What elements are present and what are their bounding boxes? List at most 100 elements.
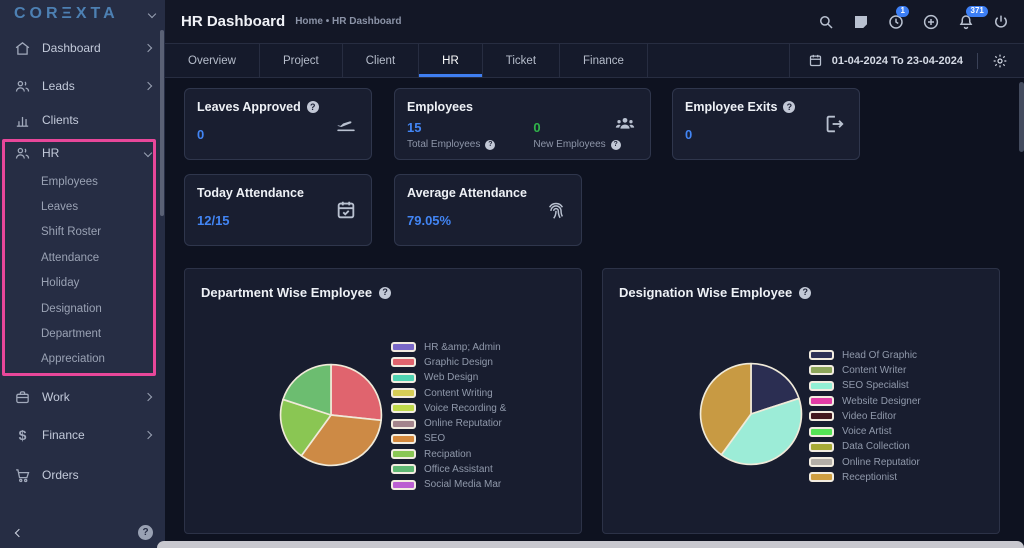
sidebar-item-leads[interactable]: Leads (0, 73, 165, 99)
legend-item-video-editor[interactable]: Video Editor (809, 411, 921, 421)
notifications-bell-icon[interactable]: 371 (957, 13, 975, 31)
designation-pie-legend: Head Of Graphic Content Writer SEO Special… (809, 350, 921, 488)
legend-item-content-writer[interactable]: Content Writer (809, 365, 921, 375)
help-circle-icon[interactable]: ? (307, 101, 319, 113)
sidebar-subitem-holiday[interactable]: Holiday (0, 271, 165, 296)
legend-swatch (809, 350, 834, 360)
new-employees-stat: 0 New Employees? (533, 120, 620, 150)
sidebar-item-work[interactable]: Work (0, 384, 165, 410)
legend-item-online-reputatior[interactable]: Online Reputatior (809, 457, 921, 467)
sidebar-subitem-attendance[interactable]: Attendance (0, 245, 165, 270)
legend-item-online-reputatior[interactable]: Online Reputatior (391, 418, 506, 428)
legend-swatch (391, 434, 416, 444)
date-range-filter[interactable]: 01-04-2024 To 23-04-2024 (808, 53, 963, 68)
help-circle-icon[interactable]: ? (379, 287, 391, 299)
legend-swatch (809, 365, 834, 375)
tab-ticket[interactable]: Ticket (483, 44, 560, 77)
topbar: HR Dashboard Home • HR Dashboard 1 371 (165, 0, 1024, 43)
sidebar-item-label: Finance (42, 428, 145, 442)
help-circle-icon[interactable]: ? (799, 287, 811, 299)
sidebar-item-label: Dashboard (42, 41, 145, 55)
chevron-right-icon (144, 82, 152, 90)
horizontal-scrollbar[interactable] (157, 541, 1024, 548)
card-title: Today Attendance (197, 186, 304, 200)
legend-swatch (391, 342, 416, 352)
exit-icon (823, 113, 845, 135)
app-logo: CORΞXTA (14, 5, 119, 23)
add-icon[interactable] (922, 13, 940, 31)
help-circle-icon[interactable]: ? (783, 101, 795, 113)
tab-overview[interactable]: Overview (165, 44, 260, 77)
legend-swatch (391, 373, 416, 383)
sidebar-item-hr[interactable]: HR (0, 140, 165, 166)
sidebar-scrollbar[interactable] (160, 30, 164, 216)
hr-submenu: EmployeesLeavesShift RosterAttendanceHol… (0, 169, 165, 372)
legend-item-social-media-mar[interactable]: Social Media Mar (391, 480, 506, 490)
tab-finance[interactable]: Finance (560, 44, 648, 77)
legend-item-recipation[interactable]: Recipation (391, 449, 506, 459)
chevron-right-icon (144, 431, 152, 439)
legend-item-graphic-design[interactable]: Graphic Design (391, 357, 506, 367)
legend-item-voice-artist[interactable]: Voice Artist (809, 426, 921, 436)
tab-hr[interactable]: HR (419, 44, 483, 77)
legend-item-data-collection[interactable]: Data Collection (809, 442, 921, 452)
power-icon[interactable] (992, 13, 1010, 31)
tab-client[interactable]: Client (343, 44, 419, 77)
search-icon[interactable] (817, 13, 835, 31)
sidebar-item-finance[interactable]: $ Finance (0, 422, 165, 448)
help-circle-icon[interactable]: ? (485, 140, 495, 150)
legend-item-web-design[interactable]: Web Design (391, 373, 506, 383)
sidebar-item-dashboard[interactable]: Dashboard (0, 35, 165, 61)
help-icon[interactable]: ? (138, 525, 153, 540)
chevron-right-icon (144, 44, 152, 52)
sidebar-collapse-left-icon[interactable] (15, 528, 23, 536)
card-title: Employees (407, 100, 473, 114)
tab-project[interactable]: Project (260, 44, 343, 77)
legend-label: Video Editor (842, 411, 896, 422)
designation-pie-chart (696, 359, 806, 469)
legend-item-website-designer[interactable]: Website Designer (809, 396, 921, 406)
sidebar-subitem-designation[interactable]: Designation (0, 296, 165, 321)
legend-label: Online Reputatior (424, 418, 502, 429)
vertical-scrollbar[interactable] (1019, 82, 1024, 152)
legend-item-seo-specialist[interactable]: SEO Specialist (809, 381, 921, 391)
sidebar-subitem-employees[interactable]: Employees (0, 169, 165, 194)
chevron-right-icon (144, 393, 152, 401)
legend-label: Head Of Graphic (842, 350, 917, 361)
legend-item-seo[interactable]: SEO (391, 434, 506, 444)
sidebar-item-clients[interactable]: Clients (0, 107, 165, 133)
chevron-down-icon (144, 149, 152, 157)
legend-item-office-assistant[interactable]: Office Assistant (391, 464, 506, 474)
card-employees: Employees 15 Total Employees? 0 New Empl… (394, 88, 651, 160)
legend-item-receptionist[interactable]: Receptionist (809, 472, 921, 482)
stat-label: Total Employees (407, 139, 480, 150)
sidebar-item-orders[interactable]: Orders (0, 462, 165, 488)
legend-item-head-of-graphic[interactable]: Head Of Graphic (809, 350, 921, 360)
legend-swatch (391, 403, 416, 413)
sidebar-item-label: Leads (42, 79, 145, 93)
legend-swatch (809, 442, 834, 452)
legend-item-voice-recording[interactable]: Voice Recording & (391, 403, 506, 413)
gear-icon[interactable] (992, 53, 1008, 69)
cart-icon (14, 467, 31, 484)
bell-badge: 371 (966, 6, 988, 17)
sidebar-subitem-appreciation[interactable]: Appreciation (0, 347, 165, 372)
legend-item-content-writing[interactable]: Content Writing (391, 388, 506, 398)
legend-swatch (391, 357, 416, 367)
card-title: Employee Exits (685, 100, 777, 114)
pie-slice-graphic-design (331, 365, 381, 421)
card-title: Leaves Approved (197, 100, 301, 114)
sidebar-subitem-leaves[interactable]: Leaves (0, 194, 165, 219)
legend-label: Voice Artist (842, 426, 891, 437)
calendar-icon (808, 53, 823, 68)
sidebar-subitem-shift-roster[interactable]: Shift Roster (0, 220, 165, 245)
notes-icon[interactable] (852, 13, 870, 31)
legend-label: Voice Recording & (424, 403, 506, 414)
legend-label: SEO Specialist (842, 380, 909, 391)
sidebar-collapse-chevron-icon[interactable] (148, 10, 156, 18)
legend-label: Receptionist (842, 472, 897, 483)
legend-item-hr-amp-admin[interactable]: HR &amp; Admin (391, 342, 506, 352)
help-circle-icon[interactable]: ? (611, 140, 621, 150)
sidebar-subitem-department[interactable]: Department (0, 321, 165, 346)
clock-icon[interactable]: 1 (887, 13, 905, 31)
